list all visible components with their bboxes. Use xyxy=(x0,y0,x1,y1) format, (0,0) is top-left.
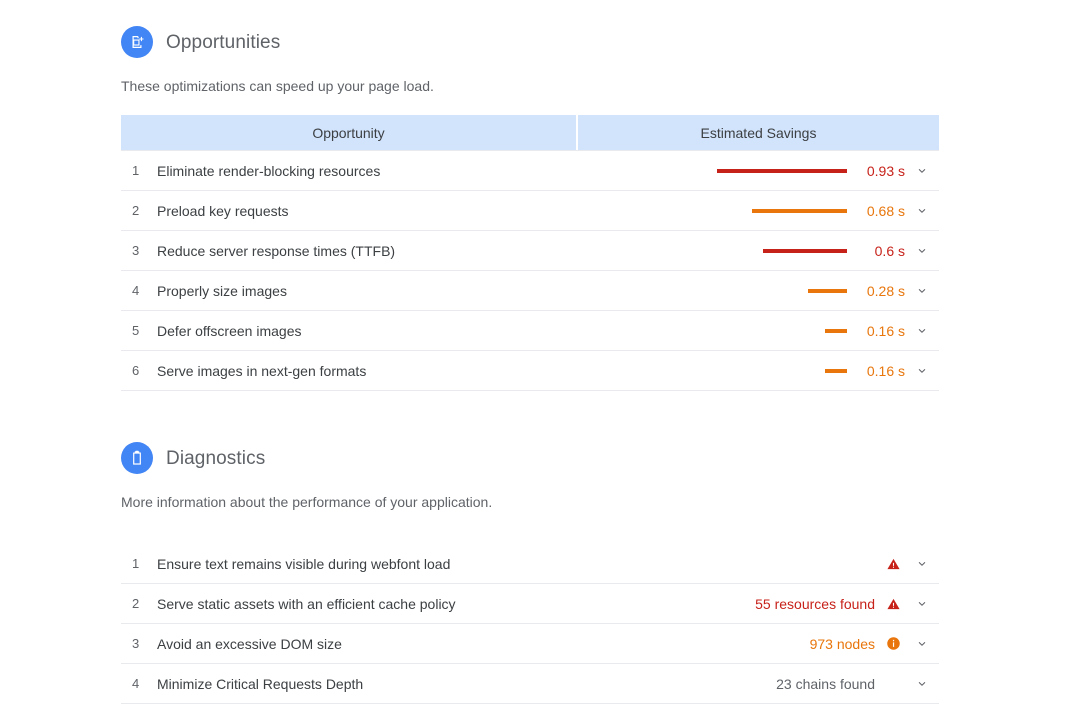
savings-bar-track xyxy=(717,328,847,333)
opportunity-label: Properly size images xyxy=(157,282,287,299)
chevron-down-icon[interactable] xyxy=(905,637,939,651)
opportunities-title: Opportunities xyxy=(166,31,281,53)
diagnostics-section: Diagnostics More information about the p… xyxy=(121,442,939,705)
diagnostics-description: More information about the performance o… xyxy=(121,494,493,511)
row-index: 1 xyxy=(132,163,140,179)
table-row[interactable]: 4 Properly size images 0.28 s xyxy=(121,270,939,310)
table-row[interactable]: 1 Eliminate render-blocking resources 0.93… xyxy=(121,150,939,190)
savings-bar-fill xyxy=(824,368,847,373)
row-index: 4 xyxy=(132,676,140,692)
opportunity-label: Serve images in next-gen formats xyxy=(157,362,367,379)
diagnostic-result-cell: 55 resources found xyxy=(755,596,939,612)
info-circle-icon xyxy=(881,636,905,651)
chevron-down-icon[interactable] xyxy=(905,204,939,218)
chevron-down-icon[interactable] xyxy=(905,164,939,178)
chevron-down-icon[interactable] xyxy=(905,244,939,258)
savings-value: 0.16 s xyxy=(866,362,905,379)
column-header-estimated-savings: Estimated Savings xyxy=(578,115,939,151)
opportunity-label: Preload key requests xyxy=(157,202,289,219)
chevron-down-icon[interactable] xyxy=(905,364,939,378)
savings-cell: 0.93 s xyxy=(717,163,939,179)
diagnostic-value: 23 chains found xyxy=(776,675,875,692)
savings-bar-fill xyxy=(763,248,847,253)
savings-bar-track xyxy=(717,248,847,253)
diagnostic-result-cell: 973 nodes xyxy=(810,636,939,652)
savings-value: 0.28 s xyxy=(866,282,905,299)
diagnostic-value: 55 resources found xyxy=(755,595,875,612)
document-add-icon xyxy=(121,26,153,58)
warning-triangle-icon xyxy=(881,557,905,571)
savings-cell: 0.28 s xyxy=(717,283,939,299)
table-row[interactable]: 3 Reduce server response times (TTFB) 0.6 … xyxy=(121,230,939,270)
opportunities-description: These optimizations can speed up your pa… xyxy=(121,78,434,94)
row-index: 1 xyxy=(132,556,140,572)
opportunities-section: Opportunities These optimizations can sp… xyxy=(121,0,939,392)
table-row[interactable]: 1 Ensure text remains visible during webf… xyxy=(121,544,939,583)
savings-bar-fill xyxy=(717,168,847,173)
savings-bar-fill xyxy=(807,288,847,293)
table-row[interactable]: 2 Preload key requests 0.68 s xyxy=(121,190,939,230)
chevron-down-icon[interactable] xyxy=(905,324,939,338)
table-row[interactable]: 6 Serve images in next-gen formats 0.16 s xyxy=(121,350,939,390)
diagnostic-value: 973 nodes xyxy=(809,635,875,652)
savings-bar-track xyxy=(717,368,847,373)
savings-value: 0.6 s xyxy=(874,242,905,259)
row-index: 4 xyxy=(132,283,140,299)
savings-cell: 0.16 s xyxy=(717,363,939,379)
diagnostic-label: Ensure text remains visible during webfo… xyxy=(157,555,451,572)
report-content: Opportunities These optimizations can sp… xyxy=(121,0,939,705)
opportunities-rows: 1 Eliminate render-blocking resources 0.93… xyxy=(121,150,939,390)
savings-bar-track xyxy=(717,208,847,213)
savings-value: 0.93 s xyxy=(866,162,905,179)
row-index: 2 xyxy=(132,596,140,612)
diagnostic-label: Avoid an excessive DOM size xyxy=(157,635,342,652)
savings-cell: 0.6 s xyxy=(717,243,939,259)
clipboard-icon xyxy=(121,442,153,475)
savings-cell: 0.68 s xyxy=(717,203,939,219)
savings-cell: 0.16 s xyxy=(717,323,939,339)
opportunities-table: Opportunity Estimated Savings 1 Eliminate… xyxy=(121,115,939,392)
diagnostic-label: Minimize Critical Requests Depth xyxy=(157,675,364,692)
diagnostics-header: Diagnostics xyxy=(121,442,939,475)
diagnostics-rows: 1 Ensure text remains visible during webf… xyxy=(121,544,939,703)
table-row[interactable]: 4 Minimize Critical Requests Depth 23 chai… xyxy=(121,663,939,703)
diagnostics-title: Diagnostics xyxy=(166,447,266,469)
savings-bar-track xyxy=(717,288,847,293)
diagnostic-result-cell: 23 chains found xyxy=(776,676,939,692)
diagnostic-label: Serve static assets with an efficient ca… xyxy=(157,595,456,612)
savings-bar-track xyxy=(717,168,847,173)
table-row[interactable]: 5 Defer offscreen images 0.16 s xyxy=(121,310,939,350)
savings-value: 0.16 s xyxy=(866,322,905,339)
table-row[interactable]: 2 Serve static assets with an efficient c… xyxy=(121,583,939,623)
chevron-down-icon[interactable] xyxy=(905,597,939,611)
table-row[interactable]: 3 Avoid an excessive DOM size 973 nodes xyxy=(121,623,939,663)
savings-value: 0.68 s xyxy=(866,202,905,219)
chevron-down-icon[interactable] xyxy=(905,677,939,691)
diagnostics-table: 1 Ensure text remains visible during webf… xyxy=(121,544,939,705)
opportunities-table-header: Opportunity Estimated Savings xyxy=(121,115,939,151)
page-root: Opportunities These optimizations can sp… xyxy=(0,0,1084,708)
row-index: 3 xyxy=(132,243,140,259)
savings-bar-fill xyxy=(751,208,847,213)
opportunity-label: Eliminate render-blocking resources xyxy=(157,162,381,179)
row-index: 5 xyxy=(132,323,140,339)
warning-triangle-icon xyxy=(881,597,905,611)
opportunities-header: Opportunities xyxy=(121,26,939,58)
column-header-opportunity: Opportunity xyxy=(121,115,576,151)
opportunity-label: Reduce server response times (TTFB) xyxy=(157,242,396,259)
row-index: 2 xyxy=(132,203,140,219)
savings-bar-fill xyxy=(824,328,847,333)
diagnostic-result-cell xyxy=(875,557,939,571)
row-index: 3 xyxy=(132,636,140,652)
chevron-down-icon[interactable] xyxy=(905,557,939,571)
opportunity-label: Defer offscreen images xyxy=(157,322,302,339)
chevron-down-icon[interactable] xyxy=(905,284,939,298)
row-index: 6 xyxy=(132,363,140,379)
